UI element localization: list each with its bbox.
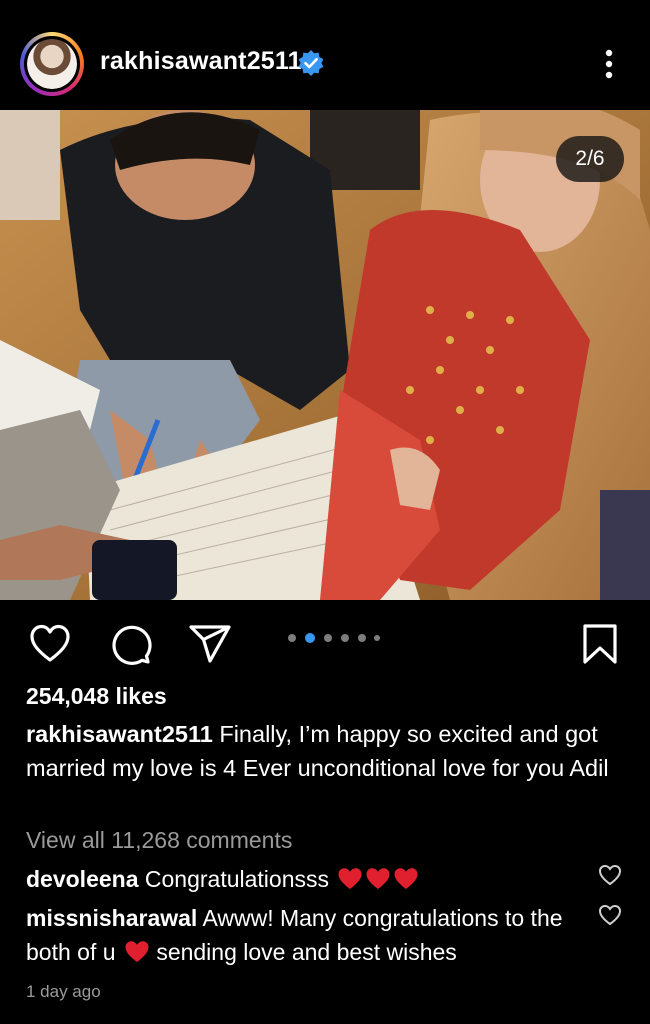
red-heart-emoji-icon [366,868,390,889]
avatar[interactable] [24,36,80,92]
red-heart-emoji-icon [338,868,362,889]
comment-item: devoleena Congratulationsss [26,862,581,896]
comment-text-continued: sending love and best wishes [156,939,457,965]
carousel-dot [374,635,380,641]
carousel-dot-active [305,633,315,643]
post-image[interactable] [0,110,650,600]
comment-username[interactable]: devoleena [26,866,139,892]
carousel-dot [358,634,366,642]
view-all-comments-link[interactable]: View all 11,268 comments [26,827,292,854]
verified-badge-icon [298,50,324,76]
share-icon[interactable] [188,622,232,666]
carousel-dot [288,634,296,642]
profile-avatar-story-ring[interactable] [20,32,84,96]
post-header: rakhisawant2511 [0,0,650,110]
comment-icon[interactable] [108,622,152,666]
like-icon[interactable] [28,622,72,666]
comment-username[interactable]: missnisharawal [26,905,197,931]
comment-text: Congratulationsss [144,866,329,892]
red-heart-emoji-icon [125,941,149,962]
comment-like-icon[interactable] [598,864,622,886]
post-caption: rakhisawant2511 Finally, I’m happy so ex… [26,717,626,785]
caption-username[interactable]: rakhisawant2511 [26,721,213,747]
comment-like-icon[interactable] [598,904,622,926]
comment-item: missnisharawal Awww! Many congratulation… [26,901,581,969]
red-heart-emoji-icon [394,868,418,889]
post-timestamp: 1 day ago [26,982,101,1001]
post-username[interactable]: rakhisawant2511 [100,47,302,76]
carousel-dot [341,634,349,642]
carousel-dot [324,634,332,642]
image-counter: 2/6 [556,136,624,182]
like-count[interactable]: 254,048 likes [26,683,167,710]
more-options-icon[interactable] [597,46,621,82]
save-icon[interactable] [578,622,622,666]
